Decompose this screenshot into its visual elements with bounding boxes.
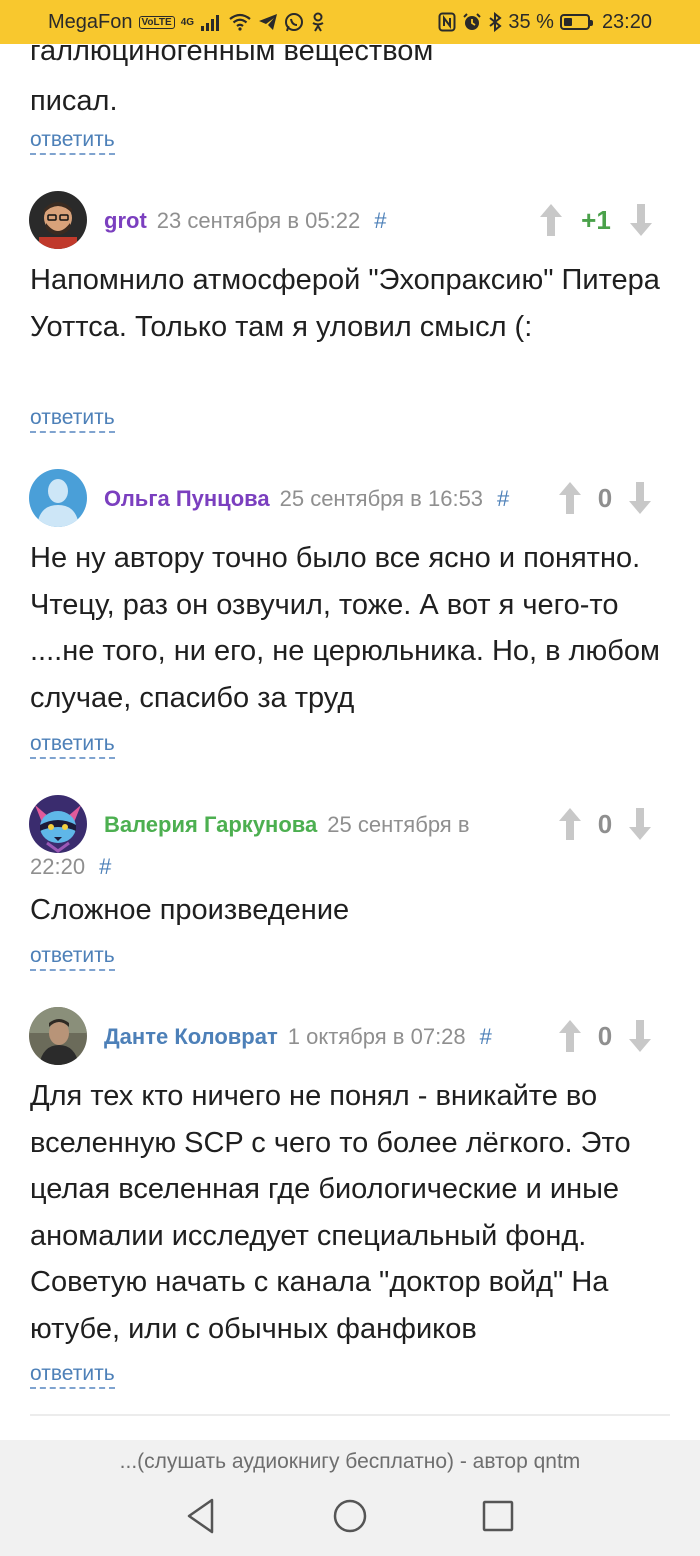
comment-score: 0 <box>597 482 613 513</box>
upvote-arrow-icon[interactable] <box>557 480 583 516</box>
vote-widget: 0 <box>557 1016 653 1056</box>
upvote-arrow-icon[interactable] <box>538 202 564 238</box>
clock: 23:20 <box>601 10 652 33</box>
odnoklassniki-icon <box>312 12 324 32</box>
author-name[interactable]: Данте Коловрат <box>104 1024 278 1049</box>
divider <box>30 1414 670 1416</box>
photo-avatar-icon <box>29 1007 87 1065</box>
reply-link[interactable]: ответить <box>30 128 115 155</box>
battery-level <box>563 18 572 26</box>
reply-link[interactable]: ответить <box>30 944 115 971</box>
volte-badge: VoLTE <box>138 15 175 29</box>
telegram-icon <box>259 14 278 30</box>
recents-icon[interactable] <box>481 1496 515 1536</box>
system-navigation-bar <box>0 1496 700 1540</box>
reply-link[interactable]: ответить <box>30 1362 115 1389</box>
whatsapp-icon <box>285 13 304 32</box>
vote-widget: +1 <box>538 200 654 240</box>
reply-link[interactable]: ответить <box>30 732 115 759</box>
downvote-arrow-icon[interactable] <box>627 1018 653 1054</box>
network-type: 4G <box>180 16 195 28</box>
downvote-arrow-icon[interactable] <box>627 806 653 842</box>
back-icon[interactable] <box>184 1496 218 1536</box>
vote-widget: 0 <box>557 804 653 844</box>
comment-date: 25 сентября в 16:53 <box>279 486 484 511</box>
raccoon-avatar-icon <box>29 795 87 853</box>
comment-score: +1 <box>581 204 611 235</box>
status-bar-left: MegaFon VoLTE 4G <box>48 11 326 34</box>
comment-meta: grot 23 сентября в 05:22 # <box>104 206 386 236</box>
author-name[interactable]: Ольга Пунцова <box>104 486 270 511</box>
comment-score: 0 <box>597 1020 613 1051</box>
comments-feed[interactable]: галлюциногенным веществом писал. ответит… <box>0 0 700 1440</box>
downvote-arrow-icon[interactable] <box>627 480 653 516</box>
comment-permalink[interactable]: # <box>480 1024 492 1049</box>
author-name[interactable]: grot <box>104 208 147 233</box>
default-user-avatar-icon <box>29 469 87 527</box>
status-bar: MegaFon VoLTE 4G 35 % 23:20 <box>0 0 700 44</box>
comment-meta-continued: 22:20 # <box>30 852 111 882</box>
avatar[interactable] <box>29 1007 87 1065</box>
comment-date: 23 сентября в 05:22 <box>156 208 361 233</box>
reply-link[interactable]: ответить <box>30 406 115 433</box>
comment-meta: Ольга Пунцова 25 сентября в 16:53 # <box>104 484 509 514</box>
author-name[interactable]: Валерия Гаркунова <box>104 812 317 837</box>
comment-text: Для тех кто ничего не понял - вникайте в… <box>30 1080 631 1345</box>
carrier-name: MegaFon <box>48 10 133 33</box>
upvote-arrow-icon[interactable] <box>557 806 583 842</box>
wifi-icon <box>229 13 251 31</box>
alarm-icon <box>463 13 482 30</box>
comment-meta: Данте Коловрат 1 октября в 07:28 # <box>104 1022 492 1052</box>
bearded-man-avatar-icon <box>29 191 87 249</box>
comment-permalink[interactable]: # <box>99 854 111 879</box>
comment-permalink[interactable]: # <box>374 208 386 233</box>
nfc-icon <box>438 12 456 32</box>
page-title-bar[interactable]: ...(слушать аудиокнигу бесплатно) - авто… <box>0 1450 700 1474</box>
home-icon[interactable] <box>331 1496 369 1536</box>
signal-icon <box>201 15 220 31</box>
avatar[interactable] <box>29 191 87 249</box>
comment-text: Напомнило атмосферой "Эхопраксию" Питера… <box>30 264 660 343</box>
status-bar-right: 35 % 23:20 <box>438 11 652 34</box>
battery-icon <box>559 14 593 30</box>
comment-text: Не ну автору точно было все ясно и понят… <box>30 542 660 714</box>
battery-percent: 35 % <box>508 10 554 33</box>
comment-score: 0 <box>597 808 613 839</box>
comment-date: 1 октября в 07:28 <box>287 1024 466 1049</box>
comment-meta: Валерия Гаркунова 25 сентября в <box>104 810 470 840</box>
bluetooth-icon <box>489 12 502 32</box>
avatar[interactable] <box>29 795 87 853</box>
avatar[interactable] <box>29 469 87 527</box>
bottom-bar: ...(слушать аудиокнигу бесплатно) - авто… <box>0 1440 700 1556</box>
downvote-arrow-icon[interactable] <box>628 202 654 238</box>
comment-time: 22:20 <box>30 854 86 879</box>
vote-widget: 0 <box>557 478 653 518</box>
comment-permalink[interactable]: # <box>497 486 509 511</box>
upvote-arrow-icon[interactable] <box>557 1018 583 1054</box>
previous-comment-line: писал. <box>30 85 118 117</box>
comment-date: 25 сентября в <box>327 812 470 837</box>
comment-text: Сложное произведение <box>30 894 350 926</box>
